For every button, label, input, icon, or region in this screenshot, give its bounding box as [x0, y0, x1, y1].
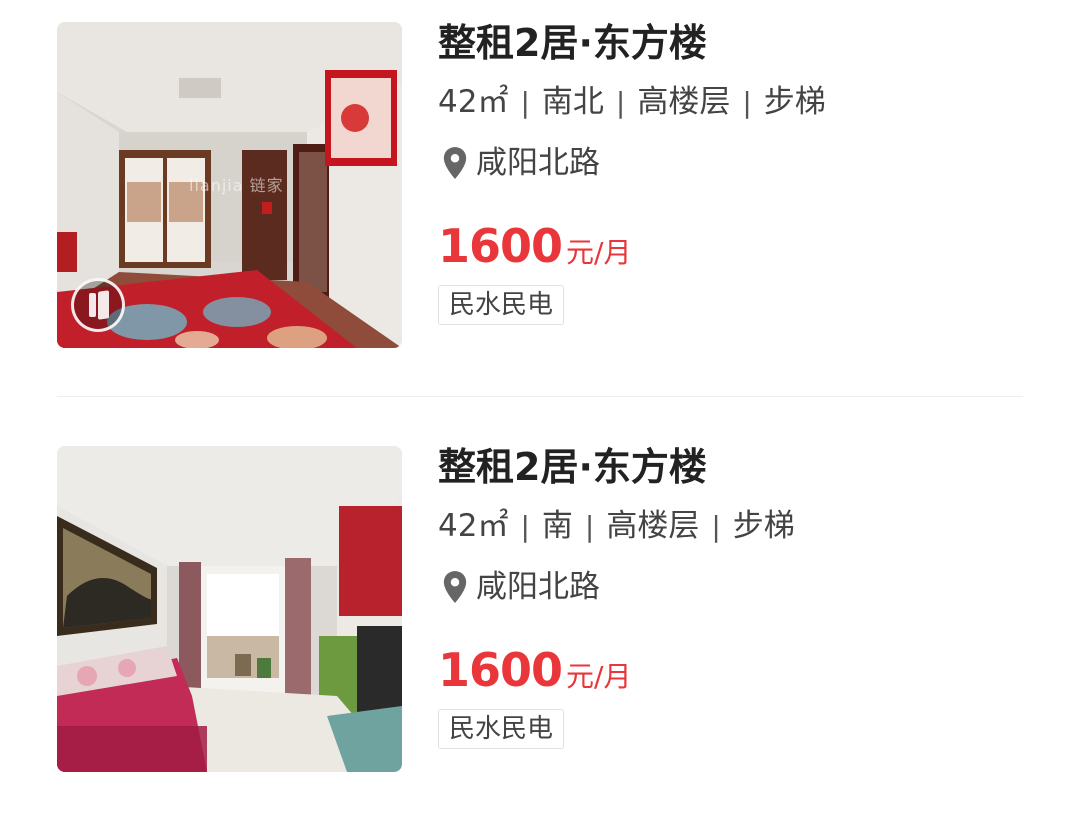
- spec-separator: |: [520, 86, 530, 119]
- listing-area: 42㎡: [438, 508, 509, 544]
- location-text: 咸阳北路: [476, 145, 600, 181]
- price-unit: 元/月: [566, 236, 632, 269]
- listing-title[interactable]: 整租2居·东方楼: [438, 444, 1040, 490]
- listing-card[interactable]: lianjia 链家 整租2居·东方楼 42㎡ | 南北 | 高楼层 | 步梯 咸阳北路 1…: [0, 0, 1080, 398]
- listing-price: 1600 元/月: [438, 219, 1040, 273]
- listing-specs: 42㎡ | 南北 | 高楼层 | 步梯: [438, 82, 1040, 123]
- listing-price: 1600 元/月: [438, 643, 1040, 697]
- utility-tag: 民水民电: [438, 285, 565, 325]
- listing-location: 咸阳北路: [438, 567, 1040, 607]
- listing-floor: 高楼层: [637, 84, 731, 120]
- listing-orientation: 南北: [541, 84, 604, 120]
- listing-divider: [57, 396, 1023, 397]
- listing-elevator: 步梯: [763, 84, 826, 120]
- listing-info: 整租2居·东方楼 42㎡ | 南 | 高楼层 | 步梯 咸阳北路 1600 元/月 民水民电: [438, 444, 1040, 749]
- listing-card[interactable]: 整租2居·东方楼 42㎡ | 南 | 高楼层 | 步梯 咸阳北路 1600 元/月 民水民电: [0, 398, 1080, 814]
- spec-separator: |: [520, 510, 530, 543]
- price-unit: 元/月: [566, 660, 632, 693]
- price-value: 1600: [438, 219, 563, 273]
- listing-photo[interactable]: [57, 446, 402, 772]
- map-pin-icon: [443, 147, 467, 179]
- vr-tour-icon[interactable]: [71, 278, 125, 332]
- listing-elevator: 步梯: [732, 508, 795, 544]
- spec-separator: |: [615, 86, 626, 119]
- utility-tag: 民水民电: [438, 709, 565, 749]
- listing-photo[interactable]: lianjia 链家: [57, 22, 402, 348]
- listing-area: 42㎡: [438, 84, 509, 120]
- spec-separator: |: [584, 510, 595, 543]
- spec-separator: |: [711, 510, 721, 543]
- spec-separator: |: [742, 86, 752, 119]
- map-pin-icon: [443, 571, 467, 603]
- listing-specs: 42㎡ | 南 | 高楼层 | 步梯: [438, 506, 1040, 547]
- listing-location: 咸阳北路: [438, 143, 1040, 183]
- listing-title[interactable]: 整租2居·东方楼: [438, 20, 1040, 66]
- listing-orientation: 南: [541, 508, 573, 544]
- listing-floor: 高楼层: [606, 508, 700, 544]
- location-text: 咸阳北路: [476, 569, 600, 605]
- living-room-photo: [57, 446, 402, 772]
- listing-info: 整租2居·东方楼 42㎡ | 南北 | 高楼层 | 步梯 咸阳北路 1600 元/月 民水民…: [438, 20, 1040, 325]
- price-value: 1600: [438, 643, 563, 697]
- photo-watermark: lianjia 链家: [189, 176, 284, 195]
